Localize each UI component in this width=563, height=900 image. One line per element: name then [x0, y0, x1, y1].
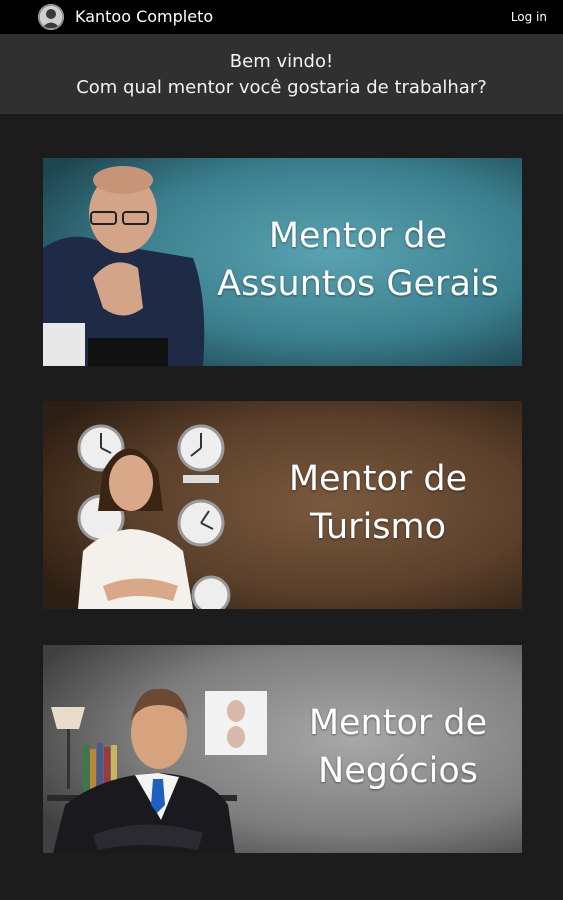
login-button[interactable]: Log in: [511, 9, 547, 25]
mentor-card-title: Mentor de Turismo: [263, 455, 493, 551]
app-title: Kantoo Completo: [75, 7, 214, 26]
mentor-card-general[interactable]: Mentor de Assuntos Gerais: [43, 158, 522, 366]
mentor-card-title: Mentor de Negócios: [283, 699, 513, 795]
mentor-card-business[interactable]: Mentor de Negócios: [43, 645, 522, 853]
action-bar: Kantoo Completo Log in: [0, 0, 563, 34]
mentor-card-title-line2: Turismo: [309, 507, 447, 547]
mentor-card-title-line1: Mentor de: [308, 703, 488, 743]
mentor-card-title-line2: Assuntos Gerais: [217, 264, 499, 304]
mentor-card-title-line1: Mentor de: [288, 459, 468, 499]
mentor-card-title-line2: Negócios: [318, 751, 478, 791]
app-screen: Kantoo Completo Log in Bem vindo! Com qu…: [0, 0, 563, 900]
mentor-card-tourism[interactable]: Mentor de Turismo: [43, 401, 522, 609]
welcome-title: Bem vindo!: [229, 51, 334, 72]
mentor-logo-icon[interactable]: [38, 4, 64, 30]
welcome-header: Bem vindo! Com qual mentor você gostaria…: [0, 34, 563, 114]
mentor-card-title-line1: Mentor de: [268, 216, 448, 256]
welcome-question: Com qual mentor você gostaria de trabalh…: [76, 77, 487, 98]
mentor-card-title: Mentor de Assuntos Gerais: [203, 212, 513, 308]
